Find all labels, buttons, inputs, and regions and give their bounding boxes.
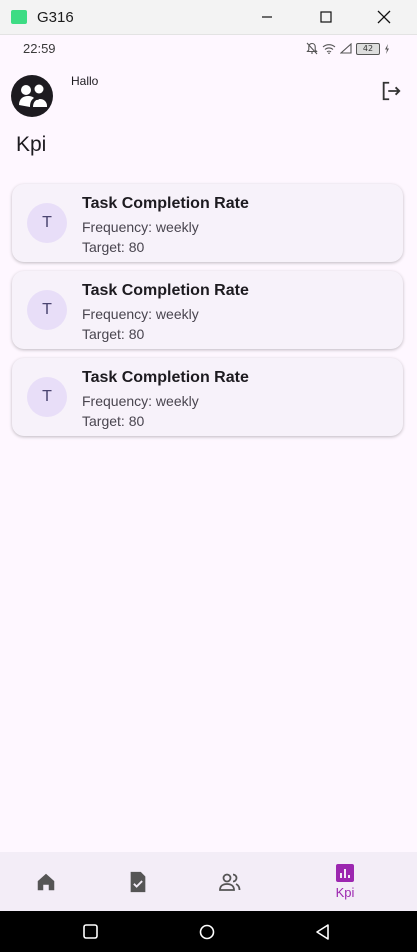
kpi-title: Task Completion Rate — [82, 369, 249, 386]
wifi-icon — [322, 44, 336, 54]
kpi-target: Target: 80 — [82, 239, 145, 255]
kpi-title: Task Completion Rate — [82, 195, 249, 212]
back-button-icon[interactable] — [314, 923, 332, 941]
people-icon — [219, 873, 241, 891]
kpi-avatar: T — [27, 377, 67, 417]
window-title: G316 — [37, 8, 74, 26]
kpi-frequency: Frequency: weekly — [82, 393, 199, 409]
home-button-icon[interactable] — [198, 923, 216, 941]
greeting-text: Hallo — [71, 74, 99, 88]
kpi-card[interactable]: T Task Completion Rate Frequency: weekly… — [12, 271, 403, 349]
close-icon — [377, 10, 391, 24]
nav-tasks[interactable] — [98, 852, 178, 911]
battery-indicator: 42 — [356, 42, 380, 55]
notifications-off-icon — [306, 42, 318, 55]
home-icon — [37, 873, 55, 890]
minimize-icon — [262, 16, 272, 18]
logout-icon — [382, 81, 401, 101]
nav-kpi-label: Kpi — [335, 885, 355, 900]
people-logo-icon — [19, 84, 47, 107]
window-titlebar: G316 — [0, 0, 417, 35]
chart-icon — [336, 864, 354, 882]
maximize-icon — [320, 11, 332, 23]
system-navigation-bar — [0, 911, 417, 952]
nav-home[interactable] — [6, 852, 86, 911]
kpi-target: Target: 80 — [82, 326, 145, 342]
status-time: 22:59 — [23, 41, 56, 56]
status-bar: 22:59 42 — [0, 36, 417, 62]
bottom-navigation: Kpi — [0, 852, 417, 911]
kpi-avatar: T — [27, 203, 67, 243]
kpi-list: T Task Completion Rate Frequency: weekly… — [12, 184, 403, 445]
nav-kpi[interactable]: Kpi — [305, 852, 385, 911]
logout-button[interactable] — [380, 80, 402, 102]
maximize-button[interactable] — [303, 0, 349, 34]
minimize-button[interactable] — [244, 0, 290, 34]
signal-icon — [340, 43, 352, 54]
close-button[interactable] — [361, 0, 407, 34]
user-avatar[interactable] — [11, 75, 53, 117]
kpi-card[interactable]: T Task Completion Rate Frequency: weekly… — [12, 184, 403, 262]
android-app-icon — [11, 10, 27, 24]
task-check-icon — [130, 871, 146, 892]
kpi-target: Target: 80 — [82, 413, 145, 429]
status-icons: 42 — [306, 42, 390, 55]
kpi-frequency: Frequency: weekly — [82, 219, 199, 235]
kpi-avatar: T — [27, 290, 67, 330]
nav-people[interactable] — [190, 852, 270, 911]
kpi-card[interactable]: T Task Completion Rate Frequency: weekly… — [12, 358, 403, 436]
kpi-frequency: Frequency: weekly — [82, 306, 199, 322]
kpi-title: Task Completion Rate — [82, 282, 249, 299]
recents-button-icon[interactable] — [82, 923, 100, 941]
charging-icon — [385, 43, 389, 54]
page-title: Kpi — [16, 133, 47, 156]
